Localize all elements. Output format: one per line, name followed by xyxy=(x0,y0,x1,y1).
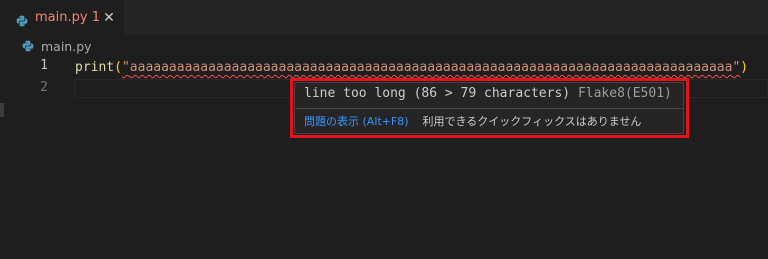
diagnostic-message: line too long (86 > 79 characters) Flake… xyxy=(304,86,672,101)
code-line[interactable]: print("aaaaaaaaaaaaaaaaaaaaaaaaaaaaaaaaa… xyxy=(75,58,748,78)
close-icon[interactable]: ✕ xyxy=(100,9,118,27)
diagnostic-source: Flake8(E501) xyxy=(577,86,672,101)
line-number: 2 xyxy=(40,80,48,95)
line-number: 1 xyxy=(40,58,48,73)
python-icon xyxy=(16,12,28,31)
string-literal: "aaaaaaaaaaaaaaaaaaaaaaaaaaaaaaaaaaaaaaa… xyxy=(121,60,741,75)
hover-divider xyxy=(295,108,683,109)
close-paren: ) xyxy=(740,60,749,75)
diagnostic-hover: line too long (86 > 79 characters) Flake… xyxy=(294,82,684,134)
function-name: print xyxy=(75,60,115,75)
breadcrumb-file: main.py xyxy=(41,38,92,54)
tab-main-py[interactable]: main.py 1 ✕ xyxy=(0,0,124,35)
python-icon xyxy=(22,37,34,56)
tab-bar: main.py 1 ✕ xyxy=(0,0,768,35)
open-paren: ( xyxy=(114,60,122,75)
tab-title: main.py 1 xyxy=(35,10,100,25)
view-problem-link[interactable]: 問題の表示 (Alt+F8) xyxy=(304,113,409,129)
no-quick-fix-text: 利用できるクイックフィックスはありません xyxy=(422,115,642,128)
problem-count: 1 xyxy=(91,10,100,25)
hover-actions: 問題の表示 (Alt+F8) 利用できるクイックフィックスはありません xyxy=(304,112,641,130)
breadcrumb[interactable]: main.py xyxy=(22,37,92,55)
scrollbar-mark xyxy=(0,103,4,117)
